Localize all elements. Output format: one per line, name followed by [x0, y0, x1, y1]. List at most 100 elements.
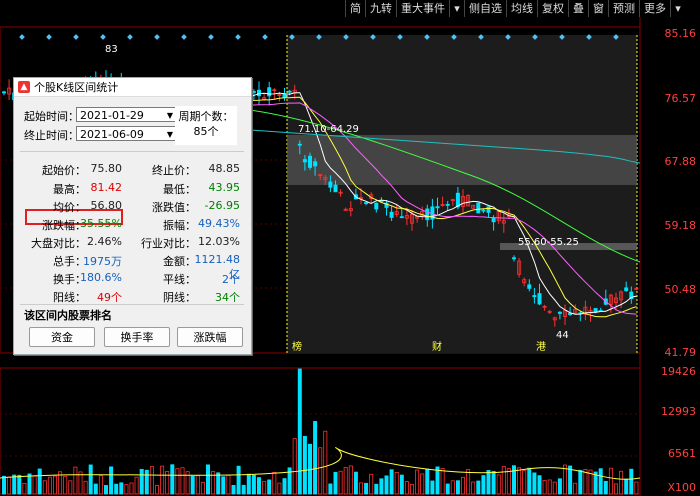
capital-button[interactable]: 资金	[29, 327, 95, 347]
volume-bar	[68, 480, 73, 495]
toolbar-jiuzhuan[interactable]: 九转	[365, 0, 396, 17]
volume-bar	[384, 475, 389, 495]
volume-bar	[154, 484, 159, 495]
volume-bar	[430, 480, 435, 495]
event-marker-icon	[19, 34, 25, 40]
event-marker-icon	[208, 34, 214, 40]
volume-bar	[512, 465, 517, 495]
end-time-select[interactable]: 2021-06-09 ▼	[76, 126, 176, 141]
price-axis-label: 85.16	[664, 27, 697, 40]
toolbar-major-events[interactable]: 重大事件	[396, 0, 449, 17]
volume-bar	[394, 472, 399, 495]
start-time-label: 起始时间：	[24, 110, 79, 123]
start-time-select[interactable]: 2021-01-29 ▼	[76, 107, 176, 122]
candle-body	[399, 216, 404, 219]
event-marker-icon	[235, 34, 241, 40]
volume-bar	[348, 465, 353, 495]
volume-bar	[221, 476, 226, 495]
volume-axis-label: 6561	[668, 447, 696, 460]
event-label: 榜	[292, 340, 302, 353]
end-time-value: 2021-06-09	[80, 128, 144, 141]
volume-bar	[93, 483, 98, 495]
volume-bar	[522, 470, 527, 495]
candle-body	[328, 181, 333, 188]
candle-body	[374, 202, 379, 210]
volume-bar	[32, 475, 37, 495]
toolbar-window[interactable]: 窗	[588, 0, 608, 17]
volume-bar	[389, 469, 394, 495]
volume-bar	[124, 484, 129, 495]
volume-bar	[338, 470, 343, 495]
stat-value: 43.95	[208, 181, 241, 194]
event-marker-icon	[46, 34, 52, 40]
volume-bar	[624, 478, 629, 495]
selected-range	[287, 35, 637, 353]
volume-bar	[634, 481, 639, 495]
volume-bar	[552, 481, 557, 495]
volume-bar	[170, 464, 175, 495]
chevron-down-icon: ▼	[166, 130, 173, 139]
volume-bar	[496, 474, 501, 495]
candle-body	[2, 91, 7, 94]
volume-bar	[399, 474, 404, 495]
period-count-value: 85个	[193, 125, 219, 138]
volume-bar	[302, 435, 307, 495]
volume-bar	[104, 485, 109, 495]
candle-body	[481, 209, 486, 212]
toolbar-ma[interactable]: 均线	[506, 0, 537, 17]
candle-body	[307, 155, 312, 168]
candle-body	[491, 217, 496, 223]
candle-body	[256, 89, 261, 97]
volume-bar	[63, 475, 68, 495]
volume-bar	[501, 465, 506, 495]
volume-bar	[175, 468, 180, 495]
volume-bar	[160, 465, 165, 495]
volume-bar	[200, 481, 205, 495]
price-axis-label: 67.88	[664, 155, 697, 168]
toolbar-adjust[interactable]: 复权	[537, 0, 568, 17]
volume-bar	[22, 482, 27, 495]
volume-bar	[216, 472, 221, 495]
volume-bar	[109, 466, 114, 495]
volume-bar	[114, 483, 119, 495]
divider	[20, 151, 244, 152]
change-pct-button[interactable]: 涨跌幅	[177, 327, 243, 347]
toolbar-simple[interactable]: 简	[345, 0, 365, 17]
volume-bar	[608, 467, 613, 495]
volume-bar	[129, 482, 134, 495]
volume-bar	[246, 473, 251, 495]
period-count-label: 周期个数：	[178, 110, 234, 123]
candle-body	[267, 87, 272, 97]
toolbar-more-dropdown-icon[interactable]: ▾	[670, 0, 685, 17]
volume-bar	[42, 480, 47, 495]
volume-bar	[353, 471, 358, 495]
candle-body	[557, 311, 562, 314]
toolbar-events-dropdown-icon[interactable]: ▾	[449, 0, 464, 17]
volume-bar	[328, 483, 333, 495]
volume-bar	[542, 480, 547, 495]
toolbar-overlay[interactable]: 叠	[568, 0, 588, 17]
top-toolbar: 简 九转 重大事件 ▾ 侧自选 均线 复权 叠 窗 预测 更多 ▾	[345, 0, 700, 17]
stat-value: 34个	[215, 291, 240, 304]
candle-body	[435, 206, 440, 209]
dialog-titlebar[interactable]: ▲ 个股K线区间统计	[14, 78, 251, 97]
volume-bar	[256, 477, 261, 495]
toolbar-forecast[interactable]: 预测	[608, 0, 639, 17]
volume-bar	[440, 468, 445, 495]
volume-bar	[292, 438, 297, 495]
volume-unit-label: X100	[667, 481, 696, 494]
turnover-button[interactable]: 换手率	[104, 327, 170, 347]
volume-bar	[409, 484, 414, 495]
toolbar-more[interactable]: 更多	[639, 0, 670, 17]
toolbar-watchlist[interactable]: 侧自选	[464, 0, 506, 17]
volume-bar	[53, 475, 58, 495]
volume-bar	[476, 480, 481, 495]
candle-body	[313, 161, 318, 167]
candle-body	[486, 206, 491, 213]
candle-body	[251, 91, 256, 93]
ranking-title: 该区间内股票排名	[24, 309, 112, 322]
event-marker-icon	[127, 34, 133, 40]
candle-body	[364, 202, 369, 204]
start-time-value: 2021-01-29	[80, 109, 144, 122]
volume-ma-line	[0, 447, 641, 480]
